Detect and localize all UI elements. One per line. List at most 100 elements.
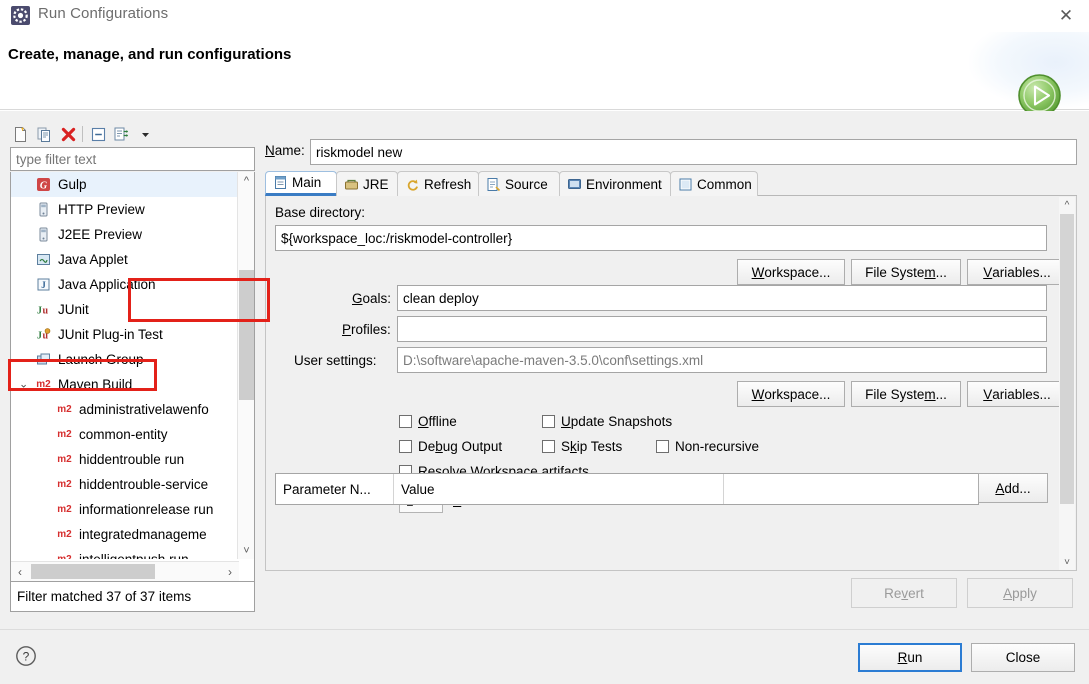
scroll-up-arrow-icon[interactable]: ^	[238, 172, 254, 189]
settings-file-system-button[interactable]: File Syste m...	[851, 381, 961, 407]
close-button[interactable]: Close	[971, 643, 1075, 672]
tree-item-hiddentrouble-run[interactable]: m2 hiddentrouble run	[11, 447, 239, 472]
tree-item-junit-plug-in-test[interactable]: Ju JUnit Plug-in Test	[11, 322, 239, 347]
collapse-all-icon[interactable]	[88, 124, 108, 144]
java-applet-icon	[35, 251, 52, 268]
svg-text:u: u	[42, 306, 48, 317]
common-tab-icon	[678, 177, 693, 192]
panel-scroll-thumb[interactable]	[1060, 214, 1074, 504]
close-icon[interactable]: ✕	[1043, 0, 1089, 32]
tree-item-informationrelease-run[interactable]: m2 informationrelease run	[11, 497, 239, 522]
tree-item-common-entity[interactable]: m2 common-entity	[11, 422, 239, 447]
scroll-left-arrow-icon[interactable]: ‹	[11, 562, 29, 581]
horizontal-scroll-thumb[interactable]	[31, 564, 155, 579]
skip-tests-checkbox-box[interactable]	[542, 440, 555, 453]
tab-jre[interactable]: JRE	[336, 171, 398, 196]
tab-environment[interactable]: Environment	[559, 171, 671, 196]
chevron-down-icon[interactable]: ⌄	[19, 379, 30, 390]
tree-item-gulp[interactable]: G Gulp	[11, 172, 239, 197]
tree-item-label: JUnit	[58, 302, 89, 317]
run-button[interactable]: Run	[858, 643, 962, 672]
apply-button[interactable]: Apply	[967, 578, 1073, 608]
launch-group-icon	[35, 351, 52, 368]
svg-text:J: J	[37, 306, 42, 317]
main-panel-scrollbar[interactable]: ^ ˅	[1059, 197, 1075, 570]
add-parameter-button[interactable]: Add...	[978, 473, 1048, 503]
revert-button[interactable]: Re v ert	[851, 578, 957, 608]
source-tab-icon	[486, 177, 501, 192]
checkbox-skip-tests[interactable]: Skip Tests	[542, 439, 622, 454]
tree-item-label: hiddentrouble run	[79, 452, 185, 467]
tree-item-hiddentrouble-service[interactable]: m2 hiddentrouble-service	[11, 472, 239, 497]
update-snapshots-label: Update Snapshots	[561, 414, 673, 429]
tree-item-administrativelawenfo[interactable]: m2 administrativelawenfo	[11, 397, 239, 422]
tree-item-label: Launch Group	[58, 352, 144, 367]
help-question-icon[interactable]: ?	[14, 644, 38, 668]
base-dir-file-system-button[interactable]: File Syste m...	[851, 259, 961, 285]
tab-source[interactable]: Source	[478, 171, 560, 196]
view-menu-chevron-icon[interactable]	[135, 124, 155, 144]
goals-input[interactable]: clean deploy	[397, 285, 1047, 311]
checkbox-debug-output[interactable]: Debug Output	[399, 439, 502, 454]
checkbox-non-recursive[interactable]: Non-recursive	[656, 439, 759, 454]
dialog-footer: ? Run Close	[0, 629, 1089, 684]
filter-input[interactable]: type filter text	[10, 147, 255, 171]
tab-common[interactable]: Common	[670, 171, 758, 196]
filter-status-text: Filter matched 37 of 37 items	[10, 582, 255, 612]
tree-item-integratedmanageme[interactable]: m2 integratedmanageme	[11, 522, 239, 547]
dialog-body: type filter text G Gulp HTTP Preview J2EE P…	[0, 111, 1089, 629]
scroll-down-arrow-icon[interactable]: ˅	[238, 542, 254, 559]
settings-variables-button[interactable]: Variables...	[967, 381, 1067, 407]
name-input[interactable]: riskmodel new	[310, 139, 1077, 165]
checkbox-offline[interactable]: Offline	[399, 414, 457, 429]
duplicate-configuration-icon[interactable]	[34, 124, 54, 144]
non-recursive-checkbox-box[interactable]	[656, 440, 669, 453]
scroll-right-arrow-icon[interactable]: ›	[221, 562, 239, 581]
tree-item-http-preview[interactable]: HTTP Preview	[11, 197, 239, 222]
tree-item-label: hiddentrouble-service	[79, 477, 209, 492]
m2-icon: m2	[57, 504, 72, 515]
checkbox-update-snapshots[interactable]: Update Snapshots	[542, 414, 672, 429]
user-settings-input[interactable]: D:\software\apache-maven-3.5.0\conf\sett…	[397, 347, 1047, 373]
settings-workspace-button[interactable]: Workspace...	[737, 381, 845, 407]
tree-item-maven-build[interactable]: ⌄ m2 Maven Build	[11, 372, 239, 397]
tab-label: JRE	[363, 176, 389, 192]
tree-item-junit[interactable]: Ju JUnit	[11, 297, 239, 322]
column-value[interactable]: Value	[394, 474, 724, 504]
profiles-input[interactable]	[397, 316, 1047, 342]
jre-tab-icon	[344, 177, 359, 192]
tab-main[interactable]: Main	[265, 171, 337, 196]
panel-scroll-up-icon[interactable]: ^	[1059, 197, 1075, 213]
base-directory-input[interactable]: ${workspace_loc:/riskmodel-controller}	[275, 225, 1047, 251]
main-tab-panel: Base directory: ${workspace_loc:/riskmod…	[265, 196, 1077, 571]
delete-configuration-icon[interactable]	[58, 124, 78, 144]
configuration-tabs[interactable]: Main JRE Refresh Source Environment Common	[265, 171, 1077, 196]
tab-refresh[interactable]: Refresh	[397, 171, 479, 196]
debug-output-checkbox-box[interactable]	[399, 440, 412, 453]
vertical-scroll-thumb[interactable]	[239, 270, 254, 400]
tree-item-java-applet[interactable]: Java Applet	[11, 247, 239, 272]
tree-item-j2ee-preview[interactable]: J2EE Preview	[11, 222, 239, 247]
tree-horizontal-scrollbar[interactable]: ‹ ›	[11, 561, 239, 581]
panel-scroll-down-icon[interactable]: ˅	[1059, 554, 1075, 570]
offline-checkbox-box[interactable]	[399, 415, 412, 428]
tree-item-launch-group[interactable]: Launch Group	[11, 347, 239, 372]
m2-icon: m2	[56, 551, 73, 559]
filter-launch-configurations-icon[interactable]	[111, 124, 131, 144]
run-configurations-icon	[10, 5, 31, 26]
update-snapshots-checkbox-box[interactable]	[542, 415, 555, 428]
column-parameter-name[interactable]: Parameter N...	[276, 474, 394, 504]
goals-label: Goals:	[352, 291, 392, 306]
tree-item-java-application[interactable]: J Java Application	[11, 272, 239, 297]
tree-item-intelligentpush-run[interactable]: m2 intelligentpush run	[11, 547, 239, 559]
parameters-table[interactable]: Parameter N... Value	[275, 473, 979, 505]
tree-vertical-scrollbar[interactable]: ^ ˅	[237, 172, 254, 559]
new-configuration-icon[interactable]	[10, 124, 30, 144]
base-dir-variables-button[interactable]: Variables...	[967, 259, 1067, 285]
tab-label: Environment	[586, 176, 662, 192]
base-dir-workspace-button[interactable]: Workspace...	[737, 259, 845, 285]
tree-scroll-viewport: G Gulp HTTP Preview J2EE Preview Java Applet…	[11, 172, 239, 559]
junit-icon: Ju	[35, 301, 52, 318]
configurations-tree[interactable]: G Gulp HTTP Preview J2EE Preview Java Applet…	[10, 172, 255, 582]
name-label: Name:	[265, 143, 305, 158]
